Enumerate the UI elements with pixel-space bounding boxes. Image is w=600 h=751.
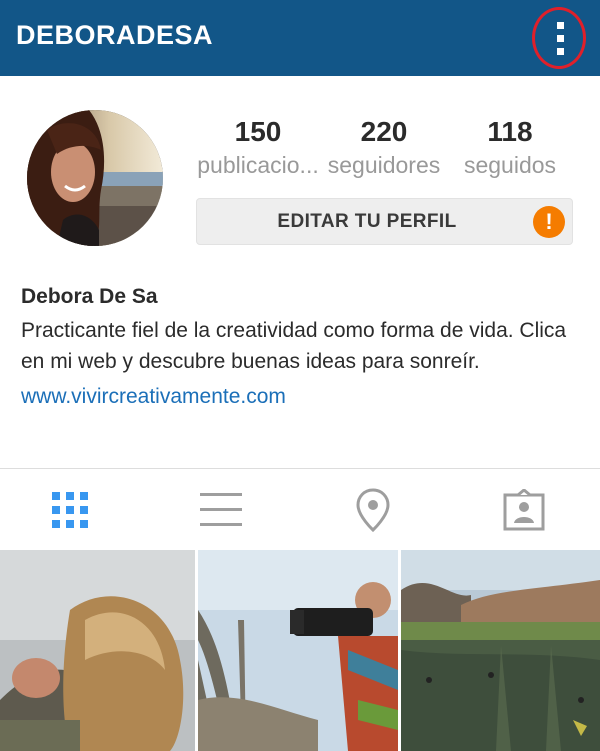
profile-username: DEBORADESA xyxy=(16,20,214,50)
edit-profile-button[interactable]: EDITAR TU PERFIL ! xyxy=(196,198,573,245)
photo-thumbnail[interactable] xyxy=(0,550,195,751)
edit-profile-label: EDITAR TU PERFIL xyxy=(277,211,457,232)
followers-count: 220 xyxy=(360,116,408,147)
grid-icon xyxy=(52,492,88,528)
bio-text: Practicante fiel de la creatividad como … xyxy=(21,319,567,373)
tab-tagged-photos[interactable] xyxy=(494,480,554,540)
followers-label: seguidores xyxy=(327,152,441,178)
tab-map-view[interactable] xyxy=(343,480,403,540)
posts-stat[interactable]: 150 publicacio... xyxy=(196,116,320,179)
bio-website-link[interactable]: www.vivircreativamente.com xyxy=(21,385,581,409)
profile-avatar[interactable] xyxy=(27,110,163,246)
posts-count: 150 xyxy=(234,116,282,147)
location-pin-icon xyxy=(356,488,390,532)
profile-bio: Debora De Sa Practicante fiel de la crea… xyxy=(21,285,581,409)
exclamation-icon[interactable]: ! xyxy=(533,206,565,238)
photo-thumbnail[interactable] xyxy=(198,550,398,751)
top-bar: DEBORADESA xyxy=(0,0,600,76)
tab-list-view[interactable] xyxy=(191,480,251,540)
tagged-person-icon xyxy=(503,489,545,531)
following-label: seguidos xyxy=(463,152,557,178)
divider xyxy=(0,468,600,469)
list-icon xyxy=(200,493,242,526)
posts-label: publicacio... xyxy=(197,152,319,178)
tab-grid-view[interactable] xyxy=(40,480,100,540)
photo-thumbnail[interactable] xyxy=(401,550,600,751)
following-count: 118 xyxy=(487,116,533,147)
bio-name: Debora De Sa xyxy=(21,285,158,308)
more-options-button[interactable] xyxy=(532,7,586,69)
following-stat[interactable]: 118 seguidos xyxy=(458,116,562,179)
followers-stat[interactable]: 220 seguidores xyxy=(324,116,444,179)
